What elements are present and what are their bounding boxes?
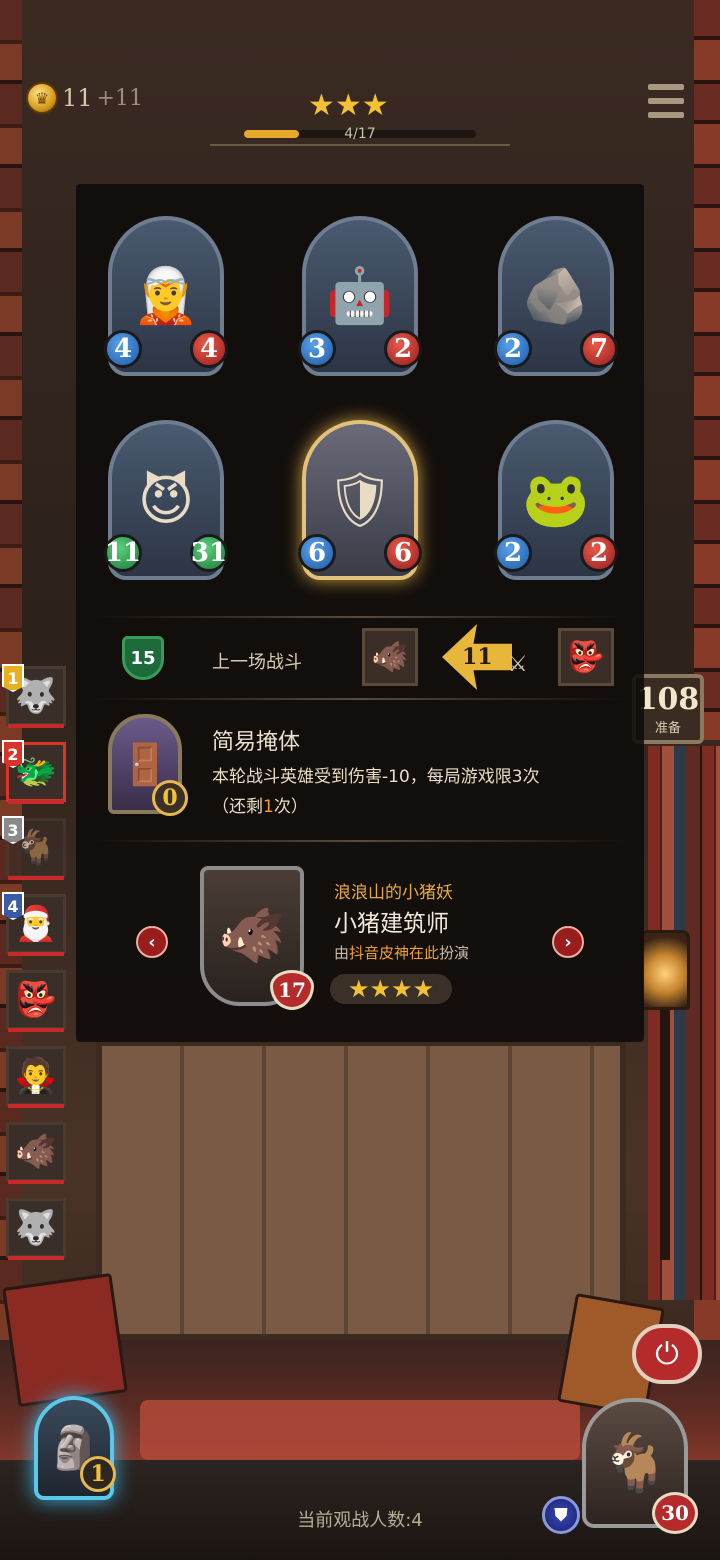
roster-rank-badge: 4 <box>2 892 24 920</box>
roster-avatar: 👺 <box>6 970 66 1030</box>
divider <box>92 698 626 700</box>
defender-portrait: 👺 <box>558 628 614 686</box>
hero-card-rock-golem[interactable]: 🪨 2 7 <box>494 216 618 376</box>
round-progress-fill <box>244 130 299 138</box>
frog-dragon-icon: 🐸 <box>522 468 590 531</box>
countdown-label: 准备 <box>654 721 681 736</box>
power-icon[interactable]: ⏻ <box>632 1324 702 1384</box>
my-level-badge: 1 <box>80 1456 116 1492</box>
lamp-pole <box>660 1010 670 1260</box>
gold-value: 11 <box>62 84 93 112</box>
hero-card-elf-warrior[interactable]: 🧝 4 4 <box>104 216 228 376</box>
book-stack-left <box>2 1272 128 1408</box>
roster-item[interactable]: 🐺 <box>0 1196 72 1262</box>
roster-item[interactable]: 🎅 4 <box>0 892 72 958</box>
hero-card-drill-robot[interactable]: 🤖 3 2 <box>298 216 422 376</box>
drill-robot-icon: 🤖 <box>326 264 394 327</box>
player-subtitle: 浪浪山的小猪妖 <box>334 883 453 903</box>
roster-health-bar <box>8 724 64 728</box>
roster-health-bar <box>8 1028 64 1032</box>
roster-rank-badge: 3 <box>2 816 24 844</box>
roster-item[interactable]: 🧛 <box>0 1044 72 1110</box>
tavern-stars: ★★★ <box>308 88 389 123</box>
gold-counter: ♛ 11 +11 <box>26 82 143 114</box>
wooden-stage <box>96 1040 626 1340</box>
remaining-suffix: 次） <box>273 797 308 817</box>
carpet <box>140 1400 580 1460</box>
crown-coin-icon: ♛ <box>26 82 58 114</box>
hero-attack: 3 <box>298 330 336 368</box>
roster-avatar: 🐗 <box>6 1122 66 1182</box>
hero-health: 4 <box>190 330 228 368</box>
prev-player-button[interactable]: ‹ <box>136 926 168 958</box>
rock-golem-icon: 🪨 <box>522 264 590 327</box>
roster-health-bar <box>8 1256 64 1260</box>
armored-knight-icon: 🛡 <box>325 468 395 531</box>
attacker-portrait: 🐗 <box>362 628 418 686</box>
player-stars: ★★★★ <box>330 974 452 1004</box>
lamp-icon <box>640 930 690 1010</box>
hero-card-frog-dragon[interactable]: 🐸 2 2 <box>494 420 618 580</box>
roster-rank-badge: 1 <box>2 664 24 692</box>
sword-icon: ⚔ <box>508 652 528 677</box>
round-progress-label: 4/17 <box>344 126 376 142</box>
hero-attack: 11 <box>104 534 142 572</box>
hero-attack: 2 <box>494 330 532 368</box>
hero-health: 31 <box>190 534 228 572</box>
opponent-shield-icon: ⛊ <box>542 1496 580 1534</box>
roster-item[interactable]: 🐲 2 <box>0 740 72 806</box>
roster-item[interactable]: 👺 <box>0 968 72 1034</box>
roster-health-bar <box>8 1180 64 1184</box>
played-by-name: 抖音皮神在此 <box>349 944 440 962</box>
hero-health: 2 <box>580 534 618 572</box>
divider <box>92 616 626 618</box>
grinning-demon-icon: 😈 <box>137 468 195 532</box>
roster-item[interactable]: 🐺 1 <box>0 664 72 730</box>
countdown-value: 108 <box>636 682 700 717</box>
roster-rank-badge: 2 <box>2 740 24 768</box>
roster-health-bar <box>8 1104 64 1108</box>
hero-attack: 6 <box>298 534 336 572</box>
damage-value: 11 <box>462 644 493 670</box>
hero-attack: 4 <box>104 330 142 368</box>
roster-item[interactable]: 🐗 <box>0 1120 72 1186</box>
last-battle-label: 上一场战斗 <box>212 652 302 673</box>
item-cost: 0 <box>152 780 188 816</box>
elf-warrior-icon: 🧝 <box>132 264 200 327</box>
item-remaining: （还剩1次） <box>212 792 308 817</box>
item-description: 本轮战斗英雄受到伤害-10，每局游戏限3次 <box>212 767 540 787</box>
opponent-health: 30 <box>652 1492 698 1534</box>
next-player-button[interactable]: › <box>552 926 584 958</box>
hero-card-grinning-demon[interactable]: 😈 11 31 <box>104 420 228 580</box>
roster-health-bar <box>8 876 64 880</box>
roster-health-bar <box>8 952 64 956</box>
gold-income: +11 <box>96 85 143 111</box>
hero-attack: 2 <box>494 534 532 572</box>
menu-icon[interactable] <box>648 84 684 118</box>
remaining-prefix: （还剩 <box>212 797 263 817</box>
divider <box>92 840 626 842</box>
roster-item[interactable]: 🐐 3 <box>0 816 72 882</box>
played-by-suffix: 扮演 <box>439 944 470 962</box>
roster-health-bar <box>8 800 64 804</box>
player-played-by: 由抖音皮神在此扮演 <box>334 942 469 963</box>
item-title: 简易掩体 <box>212 730 301 755</box>
player-name: 小猪建筑师 <box>334 911 449 937</box>
roster-avatar: 🧛 <box>6 1046 66 1106</box>
hero-health: 6 <box>384 534 422 572</box>
armor-shield-icon: 15 <box>122 636 164 680</box>
hero-card-armored-knight[interactable]: 🛡 6 6 <box>298 420 422 580</box>
hero-health: 2 <box>384 330 422 368</box>
hero-health: 7 <box>580 330 618 368</box>
roster-avatar: 🐺 <box>6 1198 66 1258</box>
right-bookcase <box>648 740 720 1300</box>
played-by-prefix: 由 <box>334 944 350 962</box>
remaining-count: 1 <box>263 797 274 817</box>
